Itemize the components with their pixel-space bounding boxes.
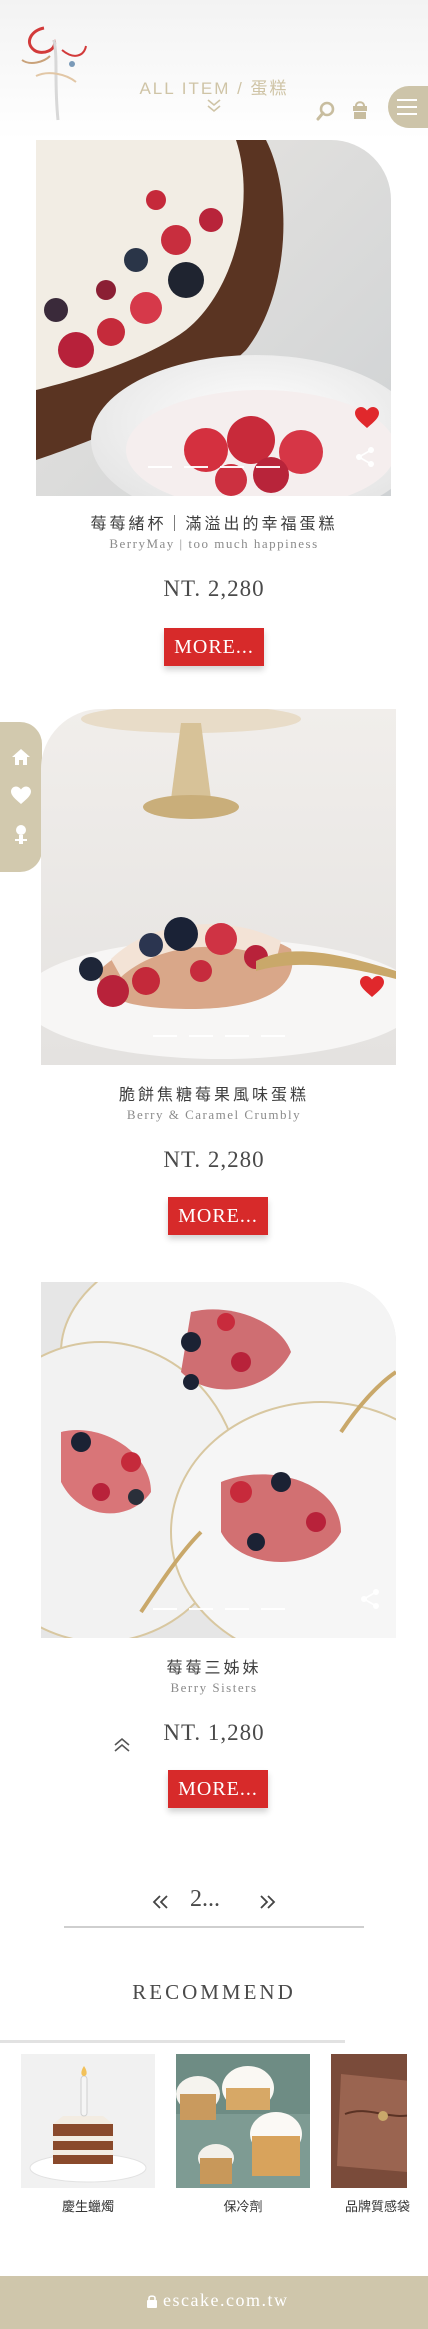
search-icon[interactable]: [316, 101, 336, 121]
menu-button[interactable]: [388, 86, 428, 128]
double-chevron-right-icon[interactable]: [258, 1892, 278, 1912]
carousel-dot[interactable]: [153, 1608, 177, 1610]
carousel-dot[interactable]: [225, 1608, 249, 1610]
more-button[interactable]: MORE...: [164, 628, 264, 666]
recommend-label: 品牌質感袋: [345, 2199, 411, 2214]
product-card: 莓莓緒杯｜滿溢出的幸福蛋糕 BerryMay | too much happin…: [0, 140, 428, 680]
product-subtitle: Berry Sisters: [170, 1680, 258, 1695]
carousel-dot[interactable]: [220, 466, 244, 468]
recommend-item[interactable]: 品牌質感袋: [331, 2054, 428, 2215]
product-price: NT. 2,280: [163, 1147, 265, 1172]
more-button[interactable]: MORE...: [168, 1197, 268, 1235]
carousel-dot[interactable]: [153, 1035, 177, 1037]
share-icon[interactable]: [354, 446, 376, 468]
chevron-down-double-icon[interactable]: [205, 98, 223, 114]
product-card: 莓莓三姊妹 Berry Sisters NT. 1,280 MORE...: [0, 1282, 428, 1822]
bag-icon[interactable]: [350, 100, 370, 120]
carousel-dot[interactable]: [184, 466, 208, 468]
carousel-indicator[interactable]: [153, 1035, 285, 1039]
recommend-image[interactable]: [21, 2054, 155, 2188]
recommend-title: RECOMMEND: [132, 1980, 296, 2004]
product-name[interactable]: 脆餅焦糖莓果風味蛋糕: [0, 1081, 428, 1105]
carousel-dot[interactable]: [189, 1035, 213, 1037]
carousel-indicator[interactable]: [153, 1608, 285, 1612]
carousel-dot[interactable]: [189, 1608, 213, 1610]
product-price: NT. 1,280: [163, 1720, 265, 1745]
product-photo[interactable]: [41, 709, 396, 1065]
product-name[interactable]: 莓莓三姊妹: [0, 1654, 428, 1678]
carousel-dot[interactable]: [148, 466, 172, 468]
recommend-image[interactable]: [331, 2054, 407, 2188]
product-name[interactable]: 莓莓緒杯｜滿溢出的幸福蛋糕: [0, 510, 428, 534]
product-card: 脆餅焦糖莓果風味蛋糕 Berry & Caramel Crumbly NT. 2…: [0, 709, 428, 1249]
pagination: 2...: [0, 1886, 428, 1922]
recommend-label: 慶生蠟燭: [61, 2199, 114, 2214]
current-page[interactable]: 2...: [190, 1886, 220, 1913]
recommend-scrollbar[interactable]: [0, 2040, 345, 2043]
recommend-item[interactable]: 保冷劑: [176, 2054, 310, 2215]
double-chevron-left-icon[interactable]: [150, 1892, 170, 1912]
site-url[interactable]: escake.com.tw: [163, 2290, 288, 2311]
carousel-dot[interactable]: [256, 466, 280, 468]
favorite-heart-icon[interactable]: [354, 406, 380, 430]
brand-logo[interactable]: [14, 20, 90, 122]
product-photo[interactable]: [41, 1282, 396, 1638]
carousel-dot[interactable]: [225, 1035, 249, 1037]
carousel-dot[interactable]: [261, 1035, 285, 1037]
lock-icon: [147, 2295, 157, 2308]
back-to-top-icon[interactable]: [112, 1736, 132, 1754]
product-subtitle: Berry & Caramel Crumbly: [126, 1107, 302, 1122]
favorite-heart-icon[interactable]: [359, 975, 385, 999]
footer: escake.com.tw: [0, 2276, 428, 2329]
product-subtitle: BerryMay | too much happiness: [109, 536, 319, 551]
share-icon[interactable]: [359, 1588, 381, 1610]
divider: [64, 1926, 364, 1928]
header: ALL ITEM / 蛋糕: [0, 0, 428, 140]
product-photo[interactable]: [36, 140, 391, 496]
more-button[interactable]: MORE...: [168, 1770, 268, 1808]
product-price: NT. 2,280: [163, 576, 265, 601]
carousel-dot[interactable]: [261, 1608, 285, 1610]
recommend-label: 保冷劑: [223, 2199, 263, 2214]
menu-icon: [397, 99, 417, 115]
carousel-indicator[interactable]: [148, 466, 280, 470]
recommend-item[interactable]: 慶生蠟燭: [21, 2054, 155, 2215]
recommend-image[interactable]: [176, 2054, 310, 2188]
page-title: ALL ITEM / 蛋糕: [139, 79, 289, 98]
